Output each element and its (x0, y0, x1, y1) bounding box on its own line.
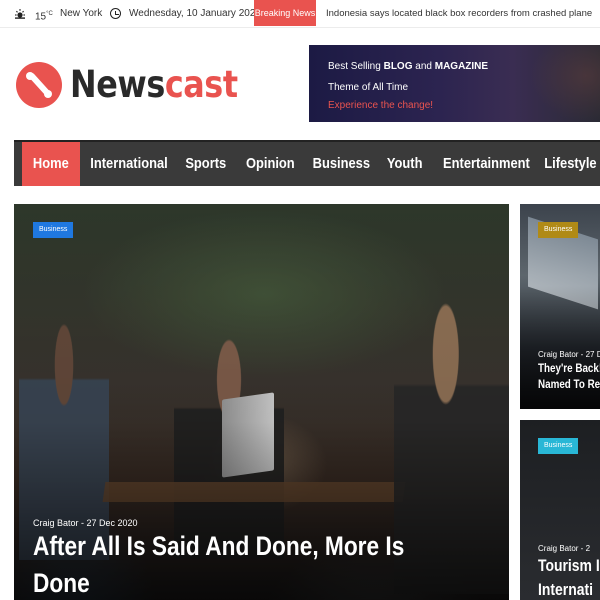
site-logo-text[interactable]: Newscast (70, 62, 238, 108)
current-date: Wednesday, 10 January 2021 (129, 8, 261, 19)
banner-line-1: Best Selling BLOG and MAGAZINE (328, 61, 489, 72)
newscast-logo-icon[interactable] (16, 62, 62, 108)
temperature: 15°C (35, 11, 53, 23)
nav-item-lifestyle[interactable]: Lifestyle (540, 142, 600, 186)
side-article-card[interactable]: Business Craig Bator - 27 D They're Back… (520, 204, 600, 409)
nav-item-entertainment[interactable]: Entertainment (436, 142, 532, 186)
sun-cloud-icon (15, 9, 25, 19)
article-meta: Craig Bator - 2 (538, 544, 591, 553)
banner-tagline: Experience the change! (328, 100, 434, 111)
banner-line-2: Theme of All Time (328, 82, 409, 93)
main-navigation: Home International Sports Opinion Busine… (14, 140, 600, 186)
nav-item-opinion[interactable]: Opinion (242, 142, 298, 186)
article-meta: Craig Bator - 27 D (538, 350, 600, 359)
advertisement-banner[interactable]: Best Selling BLOG and MAGAZINE Theme of … (309, 45, 600, 122)
breaking-news-ticker[interactable]: Indonesia says located black box recorde… (326, 0, 592, 28)
side-article-title[interactable]: Tourism I Internati (538, 554, 600, 600)
nav-item-business[interactable]: Business (308, 142, 372, 186)
nav-item-home[interactable]: Home (22, 142, 80, 186)
side-article-title[interactable]: They're Back! K Named To Retur (538, 360, 600, 392)
clock-icon (110, 8, 121, 19)
side-article-card[interactable]: Business Craig Bator - 2 Tourism I Inter… (520, 420, 600, 600)
featured-article-card[interactable]: Business Craig Bator - 27 Dec 2020 After… (14, 204, 509, 600)
nav-item-youth[interactable]: Youth (382, 142, 428, 186)
featured-article-title[interactable]: After All Is Said And Done, More Is Done (33, 528, 404, 600)
category-badge[interactable]: Business (33, 222, 74, 238)
category-badge[interactable]: Business (538, 438, 579, 454)
top-bar: 15°C New York Wednesday, 10 January 2021… (0, 0, 600, 28)
nav-item-international[interactable]: International (84, 142, 170, 186)
nav-item-sports[interactable]: Sports (178, 142, 234, 186)
article-meta: Craig Bator - 27 Dec 2020 (33, 518, 138, 528)
breaking-news-label: Breaking News (254, 0, 316, 26)
category-badge[interactable]: Business (538, 222, 579, 238)
city-label: New York (60, 8, 103, 19)
